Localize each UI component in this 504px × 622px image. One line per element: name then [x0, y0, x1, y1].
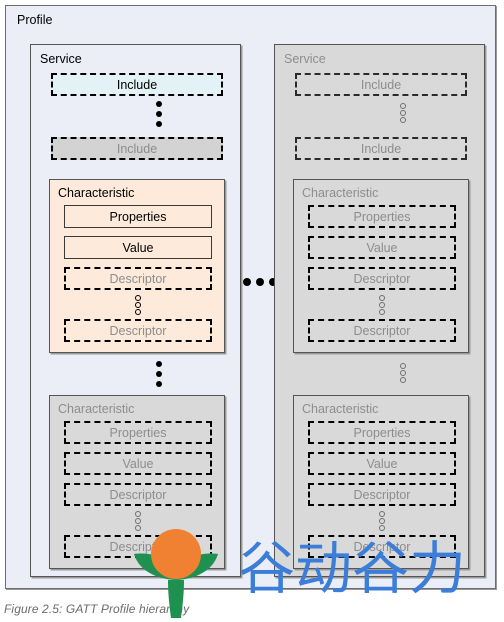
- dot: [399, 377, 406, 383]
- service-ellipsis-dots: [243, 278, 277, 286]
- characteristic-label: Characteristic: [302, 186, 379, 200]
- characteristic-label: Characteristic: [302, 402, 379, 416]
- value-box: Value: [64, 236, 212, 259]
- descriptor-box-first: Descriptor: [308, 267, 456, 290]
- profile-label: Profile: [17, 13, 53, 27]
- include-box-last: Include: [51, 137, 223, 160]
- descriptor-ellipsis-dots: [378, 511, 385, 531]
- include-ellipsis-dots: [399, 103, 406, 123]
- descriptor-ellipsis-dots: [134, 295, 141, 315]
- properties-box: Properties: [308, 421, 456, 444]
- descriptor-label: Descriptor: [353, 323, 411, 338]
- dot: [243, 278, 251, 286]
- descriptor-label: Descriptor: [109, 539, 167, 554]
- descriptor-label: Descriptor: [109, 487, 167, 502]
- dot: [399, 370, 406, 376]
- descriptor-label: Descriptor: [109, 323, 167, 338]
- dot: [256, 278, 264, 286]
- descriptor-box-last: Descriptor: [64, 319, 212, 342]
- dot: [134, 525, 141, 531]
- descriptor-ellipsis-dots: [134, 511, 141, 531]
- characteristic-box-last: Characteristic Properties Value Descript…: [293, 395, 469, 569]
- properties-label: Properties: [109, 425, 167, 440]
- gatt-profile-hierarchy-figure: Profile Service Include Include Characte…: [0, 0, 504, 622]
- value-box: Value: [64, 452, 212, 475]
- characteristic-box-last: Characteristic Properties Value Descript…: [49, 395, 225, 569]
- dot: [155, 111, 162, 117]
- properties-label: Properties: [353, 425, 411, 440]
- characteristic-label: Characteristic: [58, 186, 135, 200]
- value-label: Value: [366, 456, 398, 471]
- dot: [399, 110, 406, 116]
- dot: [378, 518, 385, 524]
- descriptor-label: Descriptor: [353, 271, 411, 286]
- characteristic-box-first: Characteristic Properties Value Descript…: [49, 179, 225, 353]
- descriptor-box-first: Descriptor: [64, 483, 212, 506]
- characteristic-ellipsis-dots: [399, 363, 406, 383]
- properties-label: Properties: [109, 209, 167, 224]
- include-box-first: Include: [51, 73, 223, 96]
- value-label: Value: [366, 240, 398, 255]
- dot: [399, 103, 406, 109]
- descriptor-label: Descriptor: [353, 487, 411, 502]
- characteristic-label: Characteristic: [58, 402, 135, 416]
- properties-box: Properties: [308, 205, 456, 228]
- value-box: Value: [308, 236, 456, 259]
- value-label: Value: [122, 240, 154, 255]
- value-label: Value: [122, 456, 154, 471]
- dot: [155, 121, 162, 127]
- dot: [399, 363, 406, 369]
- descriptor-box-first: Descriptor: [308, 483, 456, 506]
- include-label: Include: [360, 141, 402, 156]
- descriptor-box-last: Descriptor: [64, 535, 212, 558]
- characteristic-box-first: Characteristic Properties Value Descript…: [293, 179, 469, 353]
- dot: [378, 525, 385, 531]
- service-box-primary: Service Include Include Characteristic P…: [30, 44, 241, 577]
- descriptor-box-last: Descriptor: [308, 319, 456, 342]
- dot: [134, 302, 141, 308]
- descriptor-box-last: Descriptor: [308, 535, 456, 558]
- include-ellipsis-dots: [155, 101, 162, 127]
- dot: [378, 511, 385, 517]
- descriptor-ellipsis-dots: [378, 295, 385, 315]
- dot: [155, 101, 162, 107]
- descriptor-label: Descriptor: [109, 271, 167, 286]
- dot: [134, 295, 141, 301]
- dot: [155, 381, 162, 387]
- dot: [378, 309, 385, 315]
- dot: [399, 117, 406, 123]
- include-label: Include: [116, 141, 158, 156]
- service-box-last: Service Include Include Characteristic P…: [274, 44, 485, 577]
- dot: [134, 309, 141, 315]
- service-label: Service: [284, 52, 326, 66]
- include-box-last: Include: [295, 137, 467, 160]
- characteristic-ellipsis-dots: [155, 361, 162, 387]
- include-box-first: Include: [295, 73, 467, 96]
- include-label: Include: [116, 77, 158, 92]
- value-box: Value: [308, 452, 456, 475]
- dot: [155, 361, 162, 367]
- descriptor-label: Descriptor: [353, 539, 411, 554]
- dot: [134, 518, 141, 524]
- profile-box: Profile Service Include Include Characte…: [5, 5, 496, 589]
- figure-caption: Figure 2.5: GATT Profile hierarchy: [4, 602, 190, 616]
- descriptor-box-first: Descriptor: [64, 267, 212, 290]
- properties-box: Properties: [64, 421, 212, 444]
- include-label: Include: [360, 77, 402, 92]
- properties-box: Properties: [64, 205, 212, 228]
- dot: [378, 302, 385, 308]
- dot: [378, 295, 385, 301]
- dot: [155, 371, 162, 377]
- dot: [134, 511, 141, 517]
- service-label: Service: [40, 52, 82, 66]
- properties-label: Properties: [353, 209, 411, 224]
